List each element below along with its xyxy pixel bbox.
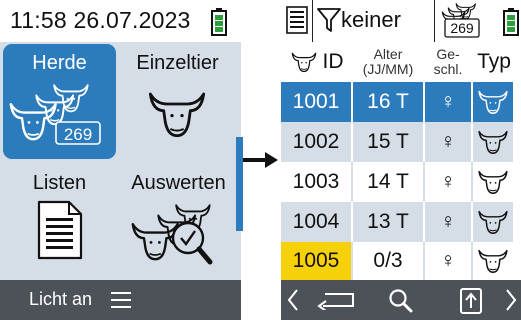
cow-head-icon [291, 52, 316, 73]
table-row[interactable]: 1003 14 T ♀ [281, 162, 521, 202]
cow-head-icon [473, 82, 513, 122]
back-icon[interactable] [315, 290, 357, 310]
main-menu-screen: 11:58 26.07.2023 Herde 269 Einzeltier Li… [0, 0, 241, 320]
cell-id: 1004 [292, 210, 340, 233]
menu-grid: Herde 269 Einzeltier Listen Auswerten [0, 42, 241, 280]
female-icon: ♀ [440, 249, 456, 272]
cell-age: 15 T [367, 130, 409, 153]
search-icon[interactable] [388, 288, 414, 314]
status-bar: 11:58 26.07.2023 [0, 0, 241, 42]
menu-tile-label: Einzeltier [136, 52, 219, 74]
hamburger-menu-icon[interactable] [111, 291, 131, 309]
female-icon: ♀ [440, 210, 456, 233]
menu-tile-herde[interactable]: Herde 269 [3, 44, 116, 159]
document-list-icon [37, 200, 83, 260]
menu-tile-listen[interactable]: Listen [3, 164, 116, 279]
table-header: ID Alter (JJ/MM) Ge- schl. Typ [281, 42, 521, 82]
table-row[interactable]: 1002 15 T ♀ [281, 122, 521, 162]
scroll-indicator [236, 137, 243, 231]
female-icon: ♀ [440, 90, 456, 113]
divider [312, 0, 313, 42]
table-row[interactable]: 1005 0/3 ♀ [281, 242, 521, 280]
arrow-right-icon [243, 152, 278, 168]
chevron-right-icon[interactable] [505, 289, 517, 311]
cow-head-icon [473, 122, 513, 162]
list-scrollbar[interactable] [513, 82, 521, 280]
cow-head-icon [473, 162, 513, 202]
menu-tile-label: Auswerten [131, 172, 226, 194]
cell-id: 1001 [292, 90, 340, 113]
export-icon[interactable] [460, 288, 482, 314]
funnel-icon[interactable] [317, 7, 341, 33]
column-header-sex[interactable]: Ge- schl. [425, 42, 471, 82]
battery-full-icon [503, 8, 519, 36]
column-header-age[interactable]: Alter (JJ/MM) [353, 42, 423, 82]
footer-bar [281, 280, 521, 320]
document-filter-icon[interactable] [286, 6, 308, 34]
cell-age: 13 T [367, 210, 409, 233]
cell-age: 16 T [367, 90, 409, 113]
menu-tile-einzeltier[interactable]: Einzeltier [121, 44, 234, 159]
female-icon: ♀ [440, 170, 456, 193]
divider [434, 0, 435, 42]
cell-age: 0/3 [373, 249, 403, 272]
column-header-label: ID [322, 50, 344, 73]
clock-date: 11:58 26.07.2023 [10, 7, 191, 33]
chevron-left-icon[interactable] [287, 289, 299, 311]
herd-search-icon [131, 204, 213, 265]
cow-head-icon [473, 202, 513, 242]
battery-full-icon [211, 8, 227, 36]
herd-list-screen: keiner 269 ID Alter (JJ/MM) Ge- schl. Ty… [281, 0, 521, 320]
filter-value: keiner [341, 7, 401, 32]
cell-age: 14 T [367, 170, 409, 193]
cell-id: 1002 [292, 130, 340, 153]
status-bar: keiner 269 [281, 0, 521, 43]
light-toggle-label[interactable]: Licht an [29, 289, 92, 310]
table-row[interactable]: 1001 16 T ♀ [281, 82, 521, 122]
cell-id: 1005 [281, 242, 351, 280]
herd-count-badge: 269 [450, 20, 474, 36]
menu-tile-auswerten[interactable]: Auswerten [121, 164, 236, 279]
menu-tile-label: Herde [32, 52, 87, 74]
column-header-id[interactable]: ID [281, 42, 351, 82]
table-row[interactable]: 1004 13 T ♀ [281, 202, 521, 242]
cow-head-icon [148, 92, 206, 138]
cell-id: 1003 [292, 170, 340, 193]
female-icon: ♀ [440, 130, 456, 153]
herd-count-badge: 269 [63, 125, 93, 144]
cow-head-icon [473, 242, 513, 280]
footer-bar: Licht an [0, 280, 241, 320]
menu-tile-label: Listen [32, 172, 87, 194]
column-header-type[interactable]: Typ [473, 42, 515, 82]
